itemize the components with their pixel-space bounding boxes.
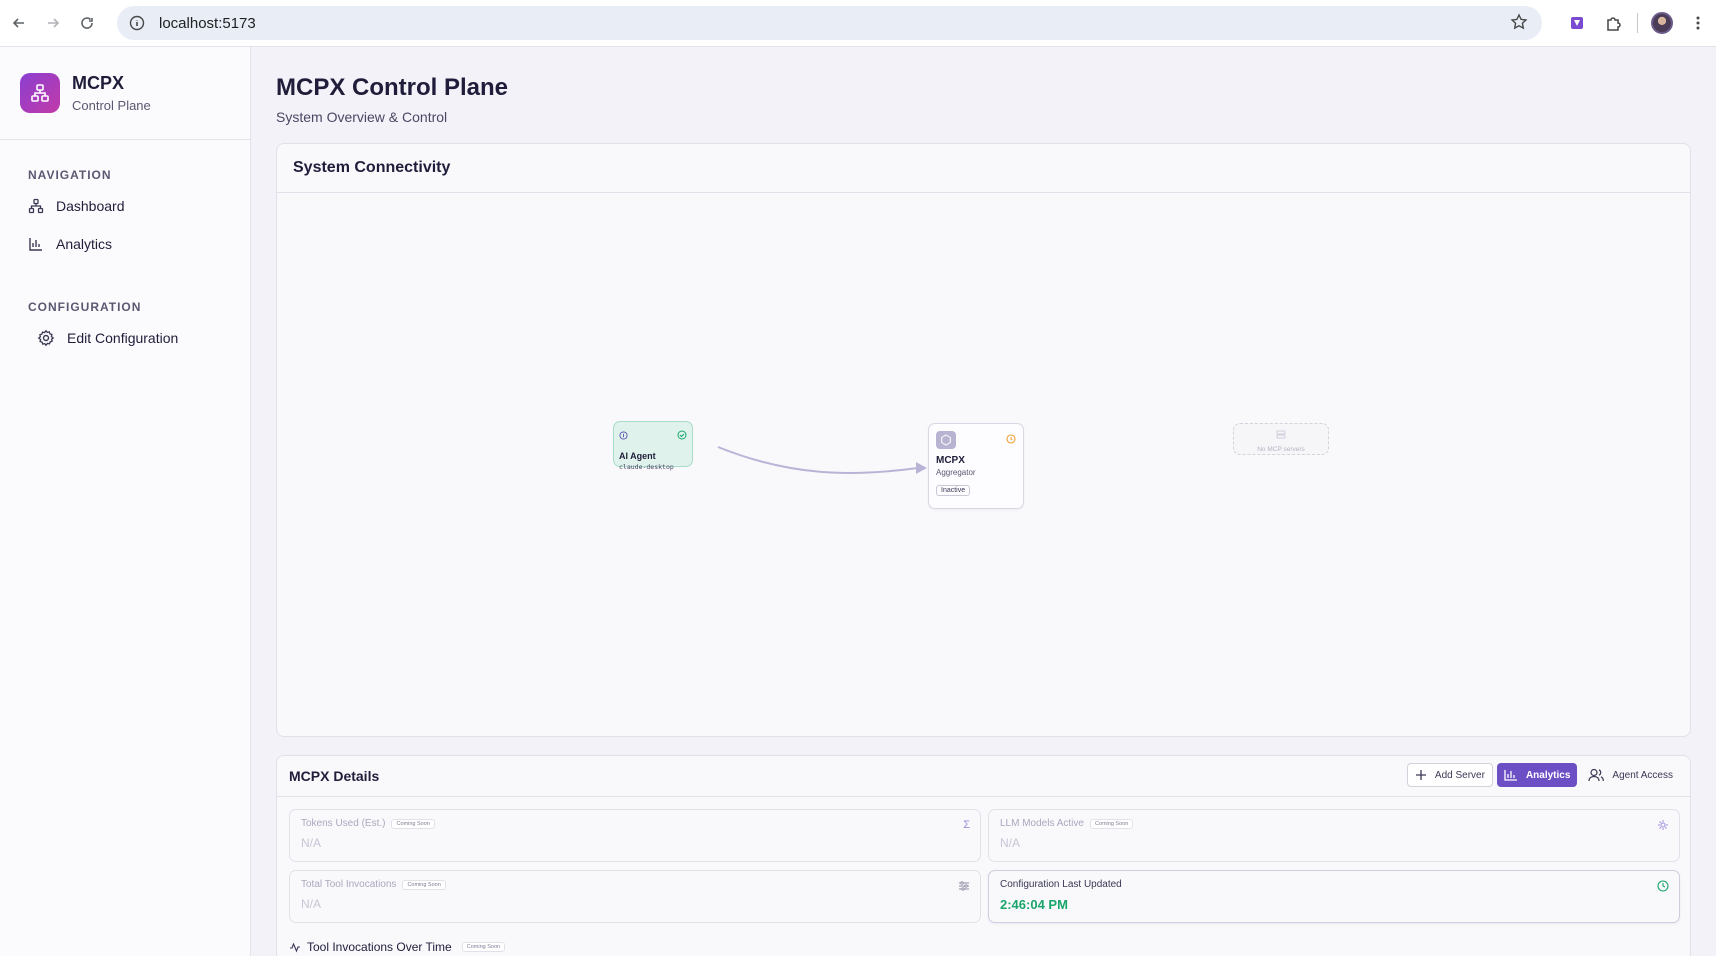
- add-server-button[interactable]: Add Server: [1406, 763, 1493, 787]
- stat-value: N/A: [301, 836, 322, 850]
- network-icon: [28, 198, 44, 214]
- agent-access-label: Agent Access: [1612, 769, 1673, 781]
- chart-title: Tool Invocations Over Time: [307, 940, 452, 954]
- stat-value: 2:46:04 PM: [1000, 897, 1068, 912]
- brain-icon: [1657, 819, 1669, 834]
- agent-title: AI Agent: [619, 451, 656, 461]
- more-menu-icon[interactable]: [1680, 6, 1716, 40]
- stat-label: Tokens Used (Est.): [301, 818, 386, 829]
- server-icon: [1276, 426, 1286, 444]
- sidebar-item-analytics[interactable]: Analytics: [0, 225, 250, 263]
- sidebar-item-label: Analytics: [56, 236, 113, 252]
- card-title: System Connectivity: [293, 159, 451, 176]
- sidebar-item-edit-configuration[interactable]: Edit Configuration: [0, 319, 250, 357]
- no-mcp-servers-placeholder: No MCP servers: [1233, 423, 1329, 455]
- network-logo-icon: [20, 73, 60, 113]
- brand-header: MCPX Control Plane: [0, 47, 250, 140]
- activity-icon: [289, 941, 301, 953]
- reload-icon[interactable]: [70, 6, 104, 40]
- forward-icon[interactable]: [36, 6, 70, 40]
- clock-icon: [1657, 880, 1669, 895]
- details-title: MCPX Details: [289, 768, 380, 784]
- page-title: MCPX Control Plane: [276, 74, 509, 101]
- url-text: localhost:5173: [159, 14, 256, 32]
- llm-models-stat: LLM Models Active Coming Soon N/A: [988, 809, 1680, 862]
- ai-agent-node[interactable]: AI Agent claude-desktop: [613, 421, 693, 471]
- sidebar: MCPX Control Plane NAVIGATION Dashboard …: [0, 47, 251, 956]
- analytics-label: Analytics: [1525, 769, 1571, 781]
- address-bar[interactable]: localhost:5173: [117, 6, 1542, 40]
- hexagon-icon: [936, 431, 956, 449]
- details-actions: Add Server Analytics Agent Access: [1406, 763, 1680, 787]
- coming-soon-badge: Coming Soon: [402, 879, 446, 890]
- page-subtitle: System Overview & Control: [276, 109, 448, 125]
- sidebar-item-label: Dashboard: [56, 198, 125, 214]
- agent-info-icon: [619, 427, 628, 445]
- sliders-icon: [958, 880, 970, 895]
- tokens-used-stat: Tokens Used (Est.) Coming Soon N/A Σ: [289, 809, 981, 862]
- extension-icon[interactable]: [1559, 6, 1595, 40]
- stat-value: N/A: [301, 897, 322, 911]
- navigation-section-label: NAVIGATION: [28, 168, 112, 182]
- toolbar-divider: [1637, 13, 1638, 33]
- analytics-button[interactable]: Analytics: [1496, 763, 1578, 787]
- configuration-section-label: CONFIGURATION: [28, 300, 142, 314]
- bar-chart-icon: [28, 236, 44, 252]
- configuration-last-updated-stat: Configuration Last Updated 2:46:04 PM: [988, 870, 1680, 923]
- coming-soon-badge: Coming Soon: [391, 818, 435, 829]
- stat-label: Configuration Last Updated: [1000, 879, 1122, 890]
- puzzle-extensions-icon[interactable]: [1595, 6, 1631, 40]
- sigma-icon: Σ: [963, 819, 970, 831]
- bookmark-star-icon[interactable]: [1510, 13, 1528, 36]
- site-info-icon[interactable]: [127, 13, 147, 33]
- placeholder-text: No MCP servers: [1257, 445, 1305, 453]
- agent-client: claude-desktop: [619, 463, 674, 471]
- clock-warning-icon: [1006, 431, 1016, 449]
- mcpx-aggregator-node[interactable]: MCPX Aggregator Inactive: [928, 423, 1024, 509]
- agent-access-button[interactable]: Agent Access: [1581, 763, 1680, 787]
- sidebar-item-label: Edit Configuration: [67, 330, 179, 346]
- stat-label: Total Tool Invocations: [301, 879, 397, 890]
- back-icon[interactable]: [2, 6, 36, 40]
- profile-avatar[interactable]: [1644, 6, 1680, 40]
- coming-soon-badge: Coming Soon: [461, 942, 506, 952]
- gear-icon: [37, 329, 55, 347]
- users-icon: [1588, 768, 1605, 782]
- plus-icon: [1415, 769, 1427, 781]
- stat-value: N/A: [1000, 836, 1021, 850]
- coming-soon-badge: Coming Soon: [1089, 818, 1134, 829]
- card-header: System Connectivity: [277, 144, 1690, 193]
- status-badge: Inactive: [936, 485, 971, 496]
- stat-label: LLM Models Active: [1000, 818, 1084, 829]
- sidebar-item-dashboard[interactable]: Dashboard: [0, 187, 250, 225]
- details-header: MCPX Details Add Server Analytics Agent …: [277, 756, 1690, 797]
- bar-chart-icon: [1504, 769, 1518, 781]
- brand-subtitle: Control Plane: [72, 98, 151, 113]
- mcpx-node-title: MCPX: [936, 455, 965, 466]
- add-server-label: Add Server: [1434, 769, 1485, 781]
- mcpx-node-subtitle: Aggregator: [936, 468, 976, 477]
- total-tool-invocations-stat: Total Tool Invocations Coming Soon N/A: [289, 870, 981, 923]
- mcpx-details-card: MCPX Details Add Server Analytics Agent …: [276, 755, 1691, 956]
- brand-title: MCPX: [72, 73, 125, 93]
- tool-invocations-chart-header: Tool Invocations Over Time Coming Soon: [289, 940, 506, 954]
- check-circle-icon: [677, 427, 687, 445]
- browser-toolbar: localhost:5173: [0, 0, 1716, 47]
